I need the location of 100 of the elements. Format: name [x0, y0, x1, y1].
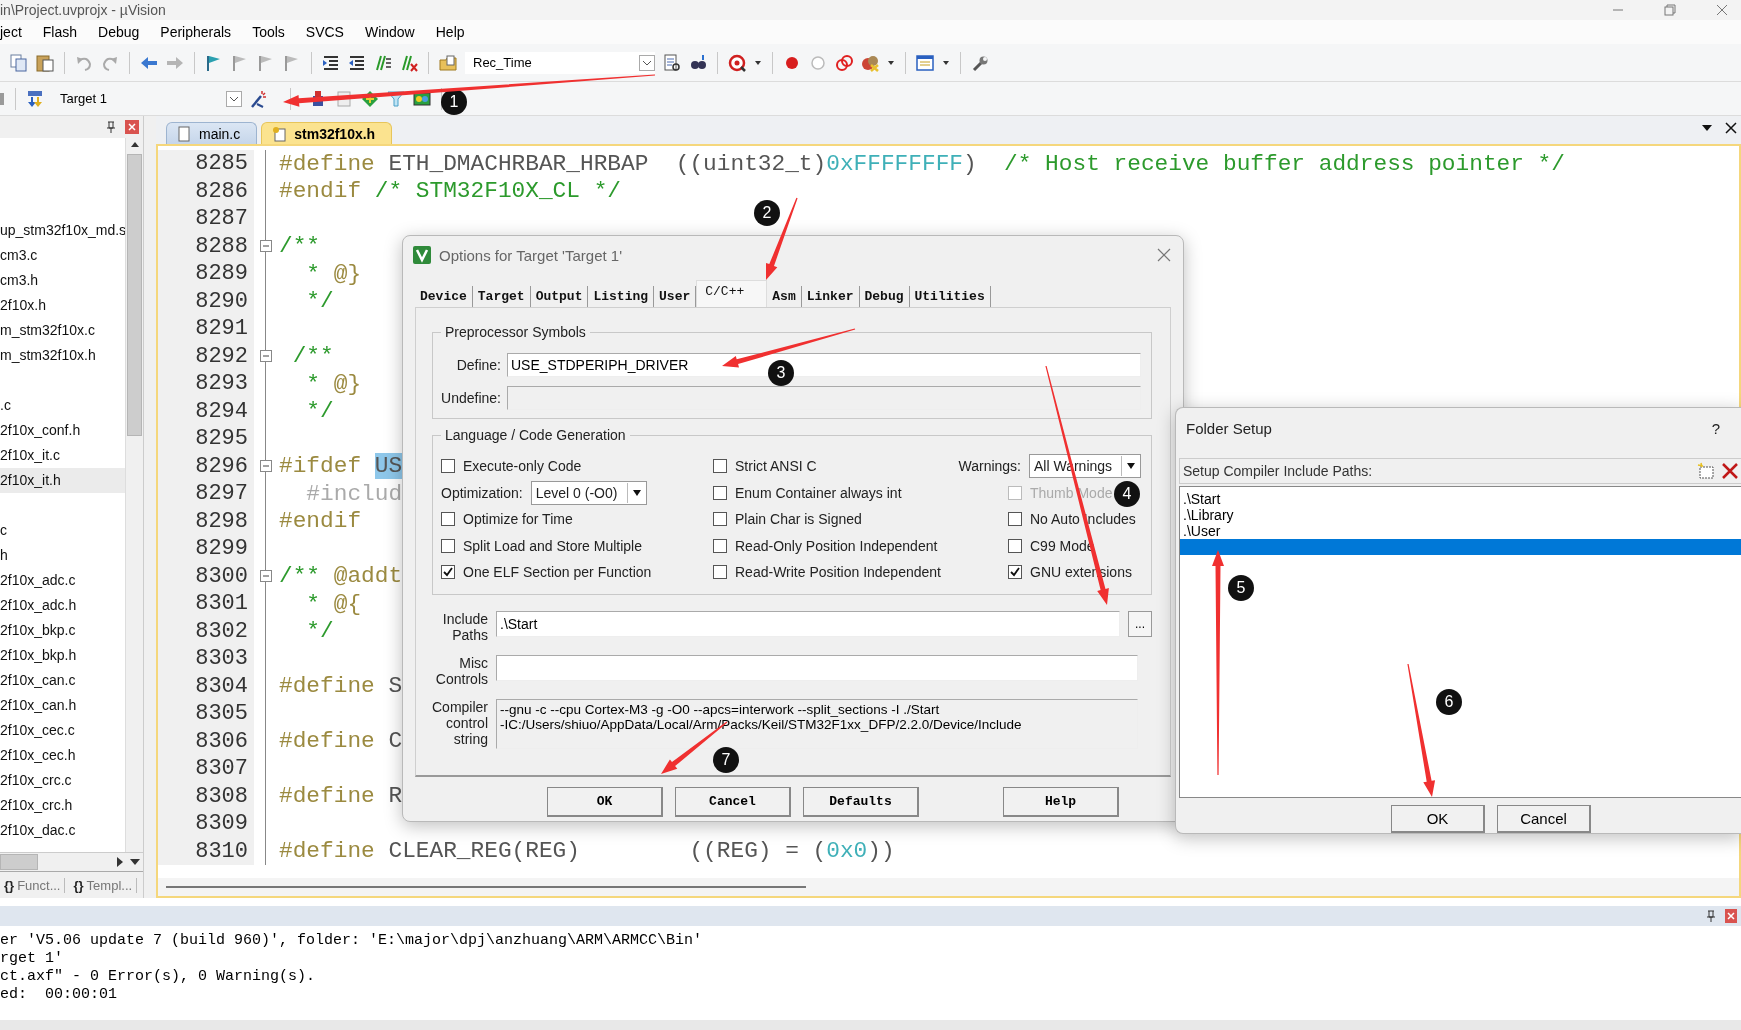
caret-icon[interactable]: [639, 54, 655, 71]
folder-icon[interactable]: [439, 53, 457, 72]
tree-item[interactable]: 2f10x.h: [0, 293, 125, 318]
tree-item[interactable]: 2f10x_dac.c: [0, 818, 125, 843]
checkbox[interactable]: [441, 565, 455, 580]
menu-item[interactable]: Help: [435, 24, 465, 40]
magic-wand-icon[interactable]: [250, 89, 268, 108]
checkbox-label: Enum Container always int: [735, 484, 902, 501]
checkbox[interactable]: [441, 512, 455, 527]
tree-item[interactable]: h: [0, 543, 125, 568]
menu-item[interactable]: ject: [0, 24, 22, 40]
comment-icon[interactable]: [374, 53, 392, 72]
tree-item[interactable]: 2f10x_adc.c: [0, 568, 125, 593]
circles-cross-icon[interactable]: [861, 53, 879, 72]
help-button[interactable]: ?: [1711, 420, 1720, 438]
browse-button[interactable]: ...: [1128, 610, 1152, 637]
tree-item[interactable]: 2f10x_conf.h: [0, 418, 125, 443]
dialog-button[interactable]: OK: [1391, 805, 1485, 833]
tree-item[interactable]: cm3.h: [0, 268, 125, 293]
file-tab[interactable]: main.c: [166, 122, 258, 144]
checkbox[interactable]: [713, 565, 727, 580]
scrollbar[interactable]: [158, 878, 1739, 896]
outdent-icon[interactable]: [348, 53, 366, 72]
checkbox[interactable]: [1008, 538, 1022, 553]
close-icon[interactable]: [1725, 122, 1737, 134]
tree-item[interactable]: 2f10x_bkp.h: [0, 643, 125, 668]
checkbox[interactable]: [1008, 565, 1022, 580]
input-field[interactable]: .\Start: [496, 610, 1120, 637]
menu-item[interactable]: Peripherals: [160, 24, 232, 40]
pin-icon[interactable]: [1705, 910, 1717, 922]
tree-item[interactable]: c: [0, 518, 125, 543]
list-item[interactable]: .\Start: [1180, 490, 1741, 507]
document-search-icon[interactable]: [663, 53, 681, 72]
dialog-button[interactable]: OK: [547, 787, 663, 817]
panel-tab[interactable]: {} Templ...: [69, 877, 138, 893]
tree-item[interactable]: 2f10x_crc.c: [0, 768, 125, 793]
indent-icon[interactable]: [322, 53, 340, 72]
fold-icon[interactable]: [260, 350, 272, 363]
pin-icon[interactable]: [105, 121, 117, 133]
tree-item[interactable]: cm3.c: [0, 243, 125, 268]
tree-item[interactable]: .c: [0, 393, 125, 418]
tree-item[interactable]: 2f10x_bkp.c: [0, 618, 125, 643]
checkbox[interactable]: [713, 485, 727, 500]
panel-tab[interactable]: {} Funct...: [0, 877, 66, 893]
checkbox[interactable]: [441, 538, 455, 553]
fold-icon[interactable]: [260, 240, 272, 253]
tree-item[interactable]: m_stm32f10x.h: [0, 343, 125, 368]
tree-item[interactable]: up_stm32f10x_md.s: [0, 218, 125, 243]
dropdown[interactable]: Rec_Time: [465, 51, 655, 74]
menu-item[interactable]: SVCS: [305, 24, 344, 40]
checkbox[interactable]: [441, 459, 455, 474]
menu-item[interactable]: Flash: [42, 24, 78, 40]
new-entry-row[interactable]: [1180, 538, 1741, 555]
tree-item[interactable]: 2f10x_cec.c: [0, 718, 125, 743]
copy-icon[interactable]: [10, 53, 28, 72]
paste-icon[interactable]: [36, 53, 54, 72]
fold-icon[interactable]: [260, 570, 272, 583]
caret-icon[interactable]: [631, 488, 642, 497]
tree-item[interactable]: 2f10x_can.c: [0, 668, 125, 693]
new-folder-icon[interactable]: [1697, 461, 1715, 480]
scrollbar[interactable]: [0, 852, 143, 871]
tree-item[interactable]: m_stm32f10x.c: [0, 318, 125, 343]
checkbox[interactable]: [713, 512, 727, 527]
checkbox[interactable]: [713, 459, 727, 474]
fold-icon[interactable]: [260, 460, 272, 473]
uncomment-icon[interactable]: [400, 53, 418, 72]
window-icon[interactable]: [916, 53, 934, 72]
menu-item[interactable]: Tools: [252, 24, 285, 40]
dialog-button[interactable]: Help: [1003, 787, 1119, 817]
dialog-button[interactable]: Cancel: [1497, 805, 1591, 833]
code-line: #includ: [305, 480, 403, 507]
binoculars-icon[interactable]: [689, 53, 707, 72]
tree-item[interactable]: 2f10x_adc.h: [0, 593, 125, 618]
dialog-button[interactable]: Cancel: [675, 787, 791, 817]
text-area[interactable]: --gnu -c --cpu Cortex-M3 -g -O0 --apcs=interwork --split_sections -I ./Start -IC:/Users/shiuo/AppData/Local/Arm/Packs/Keil/STM32F1xx_DFP/2.2.0/Device/Include: [496, 698, 1138, 749]
tree-item[interactable]: 2f10x_it.c: [0, 443, 125, 468]
tab[interactable]: C/C++: [696, 280, 768, 307]
scrollbar[interactable]: [125, 138, 143, 852]
caret-icon[interactable]: [1126, 462, 1136, 471]
menu-item[interactable]: Window: [364, 24, 415, 40]
list-item[interactable]: .\User: [1180, 522, 1741, 539]
checkbox[interactable]: [1008, 512, 1022, 527]
rings-icon[interactable]: [835, 53, 853, 72]
dialog-button[interactable]: Defaults: [803, 787, 919, 817]
tree-item[interactable]: 2f10x_it.h: [0, 468, 125, 493]
restore-icon[interactable]: [1663, 3, 1677, 17]
dropdown[interactable]: Level 0 (-O0): [530, 480, 647, 505]
debug-icon[interactable]: [728, 53, 746, 72]
caret-icon[interactable]: [226, 90, 242, 107]
input-field[interactable]: [496, 654, 1138, 681]
checkbox[interactable]: [713, 538, 727, 553]
tree-item[interactable]: 2f10x_can.h: [0, 693, 125, 718]
download-icon[interactable]: [26, 89, 44, 108]
list-item[interactable]: .\Library: [1180, 506, 1741, 523]
menu-item[interactable]: Debug: [98, 24, 140, 40]
tree-item[interactable]: 2f10x_cec.h: [0, 743, 125, 768]
tree-item[interactable]: 2f10x_crc.h: [0, 793, 125, 818]
file-tab[interactable]: stm32f10x.h: [261, 122, 393, 144]
checkbox-label: Split Load and Store Multiple: [463, 537, 642, 554]
delete-icon[interactable]: [1721, 461, 1739, 480]
